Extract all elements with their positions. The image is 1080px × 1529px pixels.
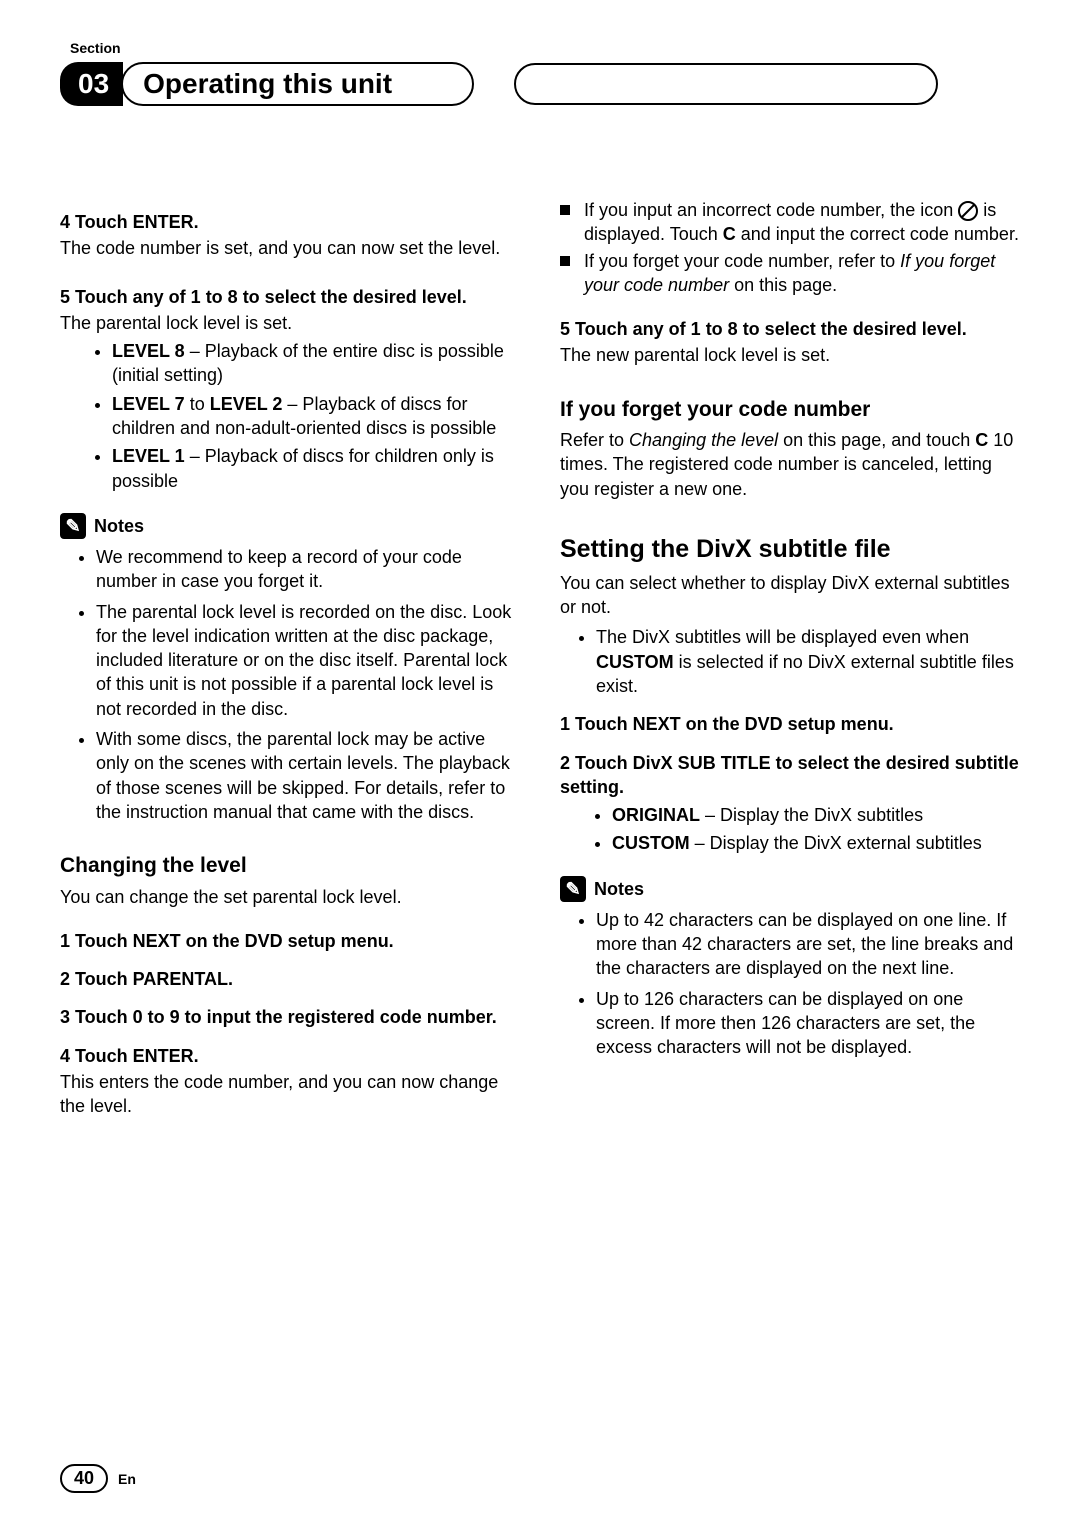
level-list: LEVEL 8 – Playback of the entire disc is… xyxy=(60,339,520,493)
chapter-header: 03 Operating this unit xyxy=(60,62,1020,106)
changing-level-heading: Changing the level xyxy=(60,852,520,880)
level-7-2-item: LEVEL 7 to LEVEL 2 – Playback of discs f… xyxy=(112,392,520,441)
change-step-4-body: This enters the code number, and you can… xyxy=(60,1070,520,1119)
square-icon xyxy=(560,205,570,215)
step-4-head: 4 Touch ENTER. xyxy=(60,210,520,234)
page-footer: 40 En xyxy=(60,1464,136,1493)
subtitle-options-list: ORIGINAL – Display the DivX subtitles CU… xyxy=(560,803,1020,856)
pencil-icon: ✎ xyxy=(560,876,586,902)
pencil-icon: ✎ xyxy=(60,513,86,539)
divx-intro: You can select whether to display DivX e… xyxy=(560,571,1020,620)
left-column: 4 Touch ENTER. The code number is set, a… xyxy=(60,196,520,1119)
chapter-title: Operating this unit xyxy=(121,62,474,106)
step-4-body: The code number is set, and you can now … xyxy=(60,236,520,260)
note-item: The parental lock level is recorded on t… xyxy=(96,600,520,721)
forget-code-heading: If you forget your code number xyxy=(560,396,1020,424)
forget-code-body: Refer to Changing the level on this page… xyxy=(560,428,1020,501)
notes-list: We recommend to keep a record of your co… xyxy=(60,545,520,824)
language-label: En xyxy=(118,1471,136,1487)
divx-notes-list: Up to 42 characters can be displayed on … xyxy=(560,908,1020,1060)
notes-label: Notes xyxy=(594,877,644,901)
notes-label: Notes xyxy=(94,514,144,538)
divx-info-item: The DivX subtitles will be displayed eve… xyxy=(596,625,1020,698)
changing-level-intro: You can change the set parental lock lev… xyxy=(60,885,520,909)
prohibited-icon xyxy=(958,201,978,221)
page-number: 40 xyxy=(60,1464,108,1493)
change-step-3: 3 Touch 0 to 9 to input the registered c… xyxy=(60,1005,520,1029)
subtitle-option-custom: CUSTOM – Display the DivX external subti… xyxy=(612,831,1020,855)
info-bullet: If you input an incorrect code number, t… xyxy=(560,198,1020,247)
notes-heading: ✎ Notes xyxy=(60,513,520,539)
section-label: Section xyxy=(70,40,1020,56)
subtitle-option-original: ORIGINAL – Display the DivX subtitles xyxy=(612,803,1020,827)
note-item: We recommend to keep a record of your co… xyxy=(96,545,520,594)
change-step-2: 2 Touch PARENTAL. xyxy=(60,967,520,991)
step-5-head: 5 Touch any of 1 to 8 to select the desi… xyxy=(60,285,520,309)
right-step-5-body: The new parental lock level is set. xyxy=(560,343,1020,367)
change-step-4: 4 Touch ENTER. xyxy=(60,1044,520,1068)
divx-info-list: The DivX subtitles will be displayed eve… xyxy=(560,625,1020,698)
right-column: If you input an incorrect code number, t… xyxy=(560,196,1020,1119)
level-8-item: LEVEL 8 – Playback of the entire disc is… xyxy=(112,339,520,388)
note-item: Up to 42 characters can be displayed on … xyxy=(596,908,1020,981)
divx-step-2: 2 Touch DivX SUB TITLE to select the des… xyxy=(560,751,1020,800)
note-item: Up to 126 characters can be displayed on… xyxy=(596,987,1020,1060)
level-1-item: LEVEL 1 – Playback of discs for children… xyxy=(112,444,520,493)
right-step-5-head: 5 Touch any of 1 to 8 to select the desi… xyxy=(560,317,1020,341)
step-5-body: The parental lock level is set. xyxy=(60,311,520,335)
divx-step-1: 1 Touch NEXT on the DVD setup menu. xyxy=(560,712,1020,736)
info-bullet: If you forget your code number, refer to… xyxy=(560,249,1020,298)
chapter-number-badge: 03 xyxy=(60,62,123,106)
note-item: With some discs, the parental lock may b… xyxy=(96,727,520,824)
change-step-1: 1 Touch NEXT on the DVD setup menu. xyxy=(60,929,520,953)
chapter-title-blank-pill xyxy=(514,63,938,105)
notes-heading: ✎ Notes xyxy=(560,876,1020,902)
square-icon xyxy=(560,256,570,266)
divx-heading: Setting the DivX subtitle file xyxy=(560,533,1020,567)
